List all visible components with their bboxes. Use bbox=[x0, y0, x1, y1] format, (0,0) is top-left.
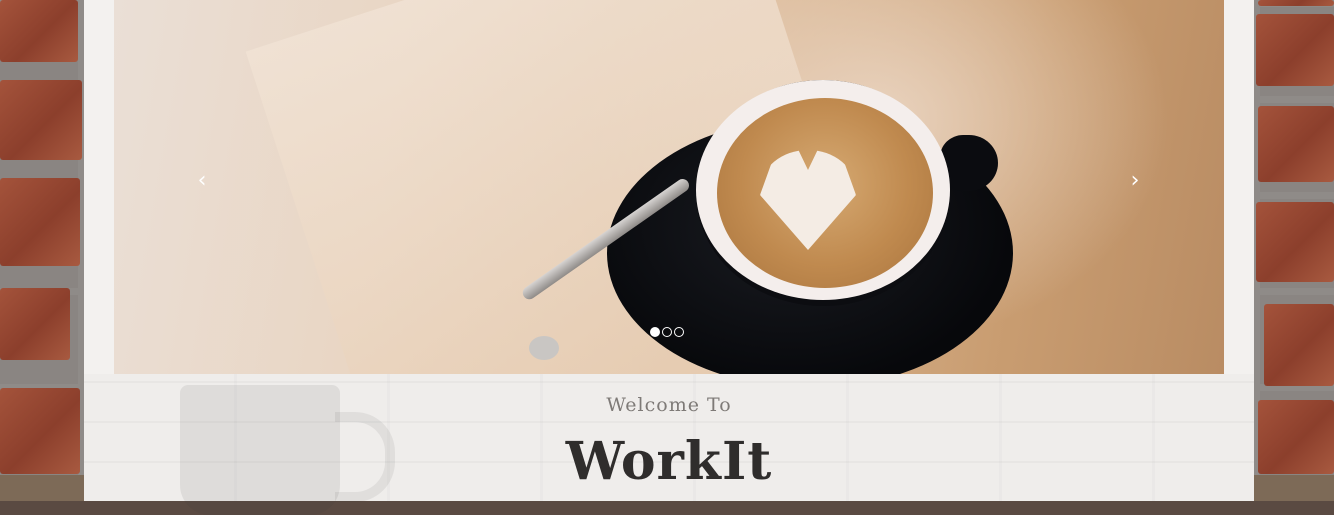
left-bricks bbox=[0, 0, 84, 475]
right-bricks bbox=[1254, 0, 1334, 475]
carousel-indicator-2[interactable] bbox=[662, 327, 672, 337]
slide-spoon-bowl bbox=[529, 336, 559, 360]
carousel-next-arrow-icon[interactable]: › bbox=[1120, 166, 1150, 196]
carousel-indicator-1[interactable] bbox=[650, 327, 660, 337]
carousel-prev-arrow-icon[interactable]: ‹ bbox=[187, 166, 217, 196]
brand-title: WorkIt bbox=[565, 431, 773, 492]
carousel-indicators bbox=[650, 327, 684, 337]
carousel-indicator-3[interactable] bbox=[674, 327, 684, 337]
hero-carousel[interactable] bbox=[114, 0, 1224, 374]
welcome-text: Welcome To bbox=[606, 394, 732, 416]
